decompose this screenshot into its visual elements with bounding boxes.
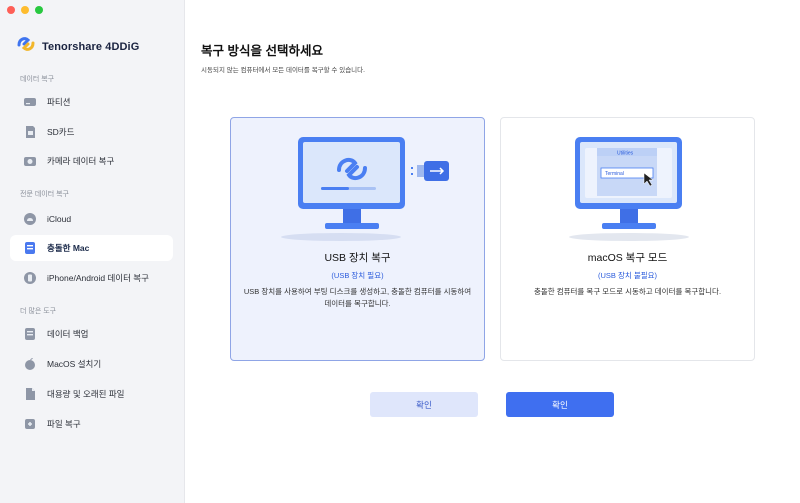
usb-card-requirement: (USB 장치 필요) [331, 271, 384, 280]
usb-recovery-card[interactable]: USB 장치 복구 (USB 장치 필요) USB 장치를 사용하여 부팅 디스… [230, 117, 485, 361]
sidebar-item-label: 데이터 백업 [47, 329, 89, 339]
sidebar-item-partition[interactable]: 파티션 [10, 89, 173, 115]
sidebar-item-sd-card[interactable]: SD카드 [10, 119, 173, 145]
sidebar-item-large-files[interactable]: 대용량 및 오래된 파일 [10, 381, 173, 407]
close-window-button[interactable] [7, 6, 15, 14]
usb-card-title: USB 장치 복구 [324, 252, 391, 264]
phone-icon [22, 271, 37, 286]
sidebar-item-macos-installer[interactable]: MacOS 설치기 [10, 351, 173, 377]
window-controls [7, 6, 43, 14]
sidebar-item-camera[interactable]: 카메라 데이터 복구 [10, 148, 173, 174]
backup-icon [22, 327, 37, 342]
confirm-button-secondary[interactable]: 확인 [370, 392, 478, 417]
sidebar: Tenorshare 4DDiG 데이터 복구 파티션 SD카드 카메라 데이터… [0, 0, 185, 503]
macos-recovery-card[interactable]: Utilities Terminal macOS 복구 모드 (USB 장치 불… [500, 117, 755, 361]
minimize-window-button[interactable] [21, 6, 29, 14]
page-subtitle: 시동되지 않는 컴퓨터에서 모든 데이터를 복구할 수 있습니다. [201, 67, 365, 74]
sidebar-item-icloud[interactable]: iCloud [10, 206, 173, 232]
section-label-pro-recovery: 전문 데이터 복구 [20, 191, 69, 198]
tenorshare-logo-icon [16, 34, 36, 59]
macos-card-title: macOS 복구 모드 [587, 252, 668, 264]
sidebar-item-phone-recovery[interactable]: iPhone/Android 데이터 복구 [10, 265, 173, 291]
macos-recovery-illustration: Utilities Terminal [501, 133, 754, 245]
utilities-menu-label: Utilities [617, 151, 634, 157]
camera-icon [22, 154, 37, 169]
brand: Tenorshare 4DDiG [16, 34, 139, 59]
sidebar-item-label: 대용량 및 오래된 파일 [47, 389, 125, 399]
confirm-button[interactable]: 확인 [506, 392, 614, 417]
sidebar-item-label: 파일 복구 [47, 419, 81, 429]
section-label-data-recovery: 데이터 복구 [20, 76, 55, 83]
main-content: 복구 방식을 선택하세요 시동되지 않는 컴퓨터에서 모든 데이터를 복구할 수… [185, 0, 800, 503]
sidebar-item-label: 카메라 데이터 복구 [47, 156, 115, 166]
terminal-menu-item: Terminal [605, 171, 624, 177]
file-repair-icon [22, 417, 37, 432]
macos-installer-icon [22, 357, 37, 372]
sidebar-item-label: iPhone/Android 데이터 복구 [47, 273, 149, 283]
page-title: 복구 방식을 선택하세요 [201, 44, 323, 58]
section-label-more-tools: 더 많은 도구 [20, 308, 57, 315]
macos-card-description: 충돌한 컴퓨터를 복구 모드로 시동하고 데이터를 복구합니다. [533, 287, 722, 296]
app-window: Tenorshare 4DDiG 데이터 복구 파티션 SD카드 카메라 데이터… [0, 0, 800, 503]
cloud-icon [22, 212, 37, 227]
sidebar-item-label: 파티션 [47, 97, 71, 107]
sidebar-item-label: MacOS 설치기 [47, 359, 102, 369]
sidebar-item-label: SD카드 [47, 127, 75, 137]
usb-card-description: USB 장치를 사용하여 부팅 디스크를 생성하고, 충돌한 컴퓨터를 시동하여… [243, 287, 472, 308]
sidebar-item-data-backup[interactable]: 데이터 백업 [10, 321, 173, 347]
zoom-window-button[interactable] [35, 6, 43, 14]
sidebar-item-label: iCloud [47, 214, 72, 224]
drive-icon [22, 95, 37, 110]
macos-card-requirement: (USB 장치 불필요) [597, 271, 658, 280]
large-file-icon [22, 387, 37, 402]
sidebar-item-file-repair[interactable]: 파일 복구 [10, 411, 173, 437]
sd-card-icon [22, 125, 37, 140]
usb-recovery-illustration [231, 133, 484, 245]
sidebar-item-label: 충돌한 Mac [47, 243, 90, 253]
app-name: Tenorshare 4DDiG [42, 40, 140, 53]
crashed-mac-icon [22, 241, 37, 256]
sidebar-item-crashed-mac[interactable]: 충돌한 Mac [10, 235, 173, 261]
